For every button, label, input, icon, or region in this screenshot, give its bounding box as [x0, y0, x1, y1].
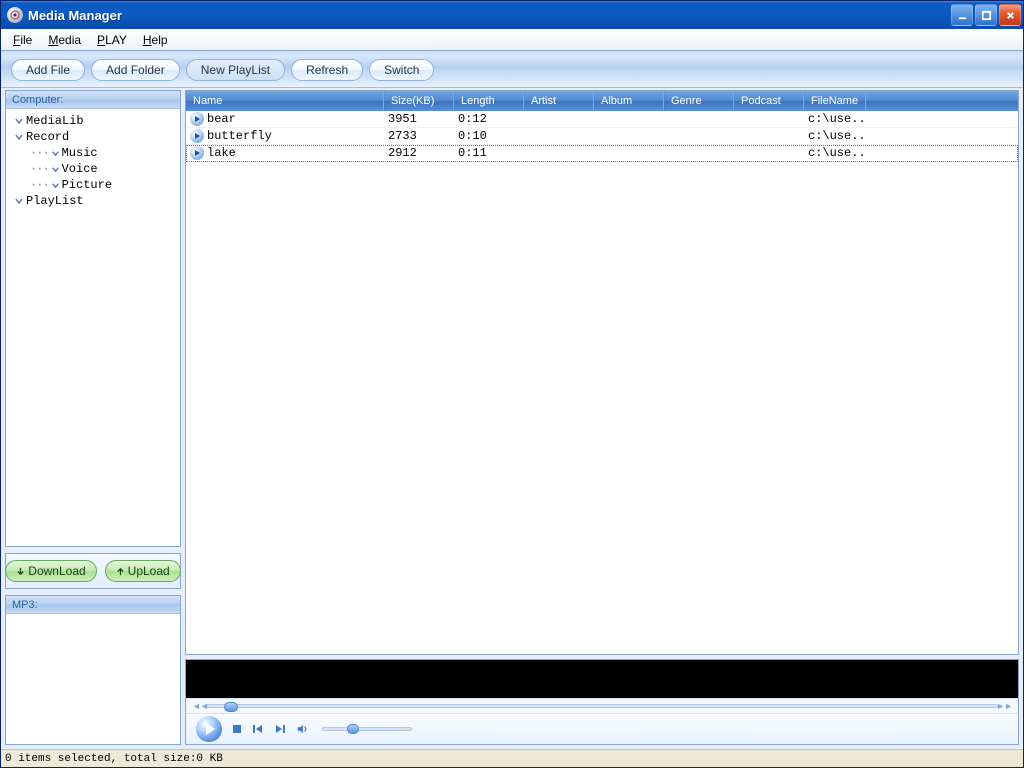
upload-button[interactable]: UpLoad [105, 560, 181, 582]
menu-file[interactable]: File [5, 31, 40, 49]
tree-record[interactable]: Record [8, 129, 178, 145]
tree-music[interactable]: ···Music [8, 145, 178, 161]
mp3-panel-header: MP3: [6, 596, 180, 614]
computer-panel-header: Computer: [6, 91, 180, 109]
title-bar[interactable]: Media Manager [1, 1, 1023, 29]
stop-button[interactable] [232, 724, 242, 734]
col-filename[interactable]: FileName [804, 91, 866, 111]
menu-help[interactable]: Help [135, 31, 176, 49]
maximize-button[interactable] [975, 4, 997, 26]
chevron-down-icon [51, 165, 60, 174]
app-icon [7, 7, 23, 23]
col-podcast[interactable]: Podcast [734, 91, 804, 111]
volume-icon[interactable] [296, 723, 308, 735]
status-bar: 0 items selected, total size:0 KB [1, 749, 1023, 767]
table-row[interactable]: lake29120:11c:\use... [186, 145, 1018, 162]
volume-thumb[interactable] [347, 724, 359, 734]
toolbar: Add File Add Folder New PlayList Refresh… [1, 51, 1023, 88]
minimize-button[interactable] [951, 4, 973, 26]
window-title: Media Manager [28, 8, 951, 23]
chevron-down-icon [51, 149, 60, 158]
refresh-button[interactable]: Refresh [291, 59, 363, 81]
close-button[interactable] [999, 4, 1021, 26]
tree-medialib[interactable]: MediaLib [8, 113, 178, 129]
play-button[interactable] [196, 716, 222, 742]
seek-bar[interactable]: ◄◄ ►► [186, 698, 1018, 714]
chevron-down-icon [51, 181, 60, 190]
chevron-down-icon[interactable] [12, 132, 26, 142]
table-row[interactable]: butterfly27330:10c:\use... [186, 128, 1018, 145]
chevron-down-icon[interactable] [12, 196, 26, 206]
tree-playlist[interactable]: PlayList [8, 193, 178, 209]
switch-button[interactable]: Switch [369, 59, 434, 81]
mp3-panel-body [6, 614, 180, 744]
media-icon [190, 146, 204, 160]
col-artist[interactable]: Artist [524, 91, 594, 111]
chevron-down-icon[interactable] [12, 116, 26, 126]
media-list: Name Size(KB) Length Artist Album Genre … [185, 90, 1019, 655]
col-album[interactable]: Album [594, 91, 664, 111]
player-panel: ◄◄ ►► [185, 659, 1019, 745]
seek-thumb[interactable] [224, 702, 238, 712]
menu-bar: File Media PLAY Help [1, 29, 1023, 51]
menu-media[interactable]: Media [40, 31, 89, 49]
media-icon [190, 112, 204, 126]
new-playlist-button[interactable]: New PlayList [186, 59, 285, 81]
tree-voice[interactable]: ···Voice [8, 161, 178, 177]
table-row[interactable]: bear39510:12c:\use... [186, 111, 1018, 128]
col-name[interactable]: Name [186, 91, 384, 111]
col-genre[interactable]: Genre [664, 91, 734, 111]
tree-picture[interactable]: ···Picture [8, 177, 178, 193]
media-icon [190, 129, 204, 143]
menu-play[interactable]: PLAY [89, 31, 135, 49]
source-tree: MediaLib Record ···Music ···Voice ···Pic… [6, 109, 180, 546]
col-size[interactable]: Size(KB) [384, 91, 454, 111]
player-controls [186, 714, 1018, 744]
volume-slider[interactable] [322, 727, 412, 731]
transfer-panel: DownLoad UpLoad [5, 553, 181, 589]
add-file-button[interactable]: Add File [11, 59, 85, 81]
video-area [186, 660, 1018, 698]
col-length[interactable]: Length [454, 91, 524, 111]
download-button[interactable]: DownLoad [5, 560, 96, 582]
fastforward-icon[interactable]: ►► [996, 701, 1012, 711]
next-track-button[interactable] [274, 723, 286, 735]
prev-track-button[interactable] [252, 723, 264, 735]
rewind-icon[interactable]: ◄◄ [192, 701, 208, 711]
add-folder-button[interactable]: Add Folder [91, 59, 180, 81]
column-headers: Name Size(KB) Length Artist Album Genre … [186, 91, 1018, 111]
